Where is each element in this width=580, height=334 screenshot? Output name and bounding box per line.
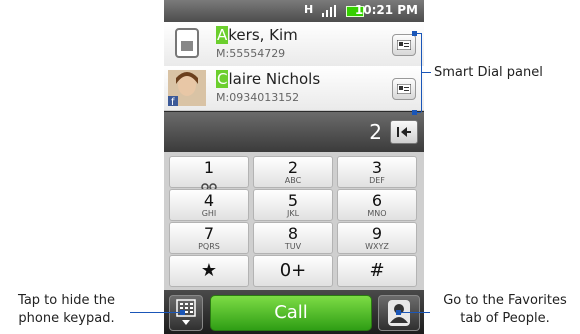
key-8[interactable]: 8 TUV bbox=[253, 222, 333, 254]
key-0[interactable]: 0+ bbox=[253, 255, 333, 287]
favorites-callout: Go to the Favorites tab of People. bbox=[443, 293, 567, 326]
contact-number: M:55554729 bbox=[216, 47, 286, 60]
svg-text:f: f bbox=[171, 97, 175, 106]
contact-details-button[interactable] bbox=[392, 34, 416, 56]
status-time: 10:21 PM bbox=[354, 3, 418, 17]
key-2[interactable]: 2 ABC bbox=[253, 156, 333, 188]
callout-dot bbox=[412, 110, 417, 115]
keypad-icon bbox=[176, 299, 196, 325]
contact-card-icon bbox=[397, 84, 411, 94]
key-3[interactable]: 3 DEF bbox=[337, 156, 417, 188]
signal-icon bbox=[322, 5, 336, 17]
callout-line bbox=[130, 312, 182, 313]
dialed-digits: 2 bbox=[369, 120, 382, 144]
key-hash[interactable]: # bbox=[337, 255, 417, 287]
contact-name: Claire Nichols bbox=[216, 70, 321, 88]
key-5[interactable]: 5 JKL bbox=[253, 189, 333, 221]
call-button[interactable]: Call bbox=[210, 295, 372, 331]
key-9[interactable]: 9 WXYZ bbox=[337, 222, 417, 254]
dialed-number-bar: 2 bbox=[164, 112, 424, 152]
smart-dial-contact[interactable]: Akers, Kim M:55554729 bbox=[164, 22, 424, 67]
callout-dot bbox=[180, 310, 185, 315]
key-7[interactable]: 7 PQRS bbox=[169, 222, 249, 254]
key-star[interactable]: ★ bbox=[169, 255, 249, 287]
smart-dial-contact[interactable]: f Claire Nichols M:0934013152 bbox=[164, 66, 424, 111]
backspace-icon bbox=[397, 127, 411, 137]
network-type: H bbox=[304, 3, 314, 16]
contact-number: M:0934013152 bbox=[216, 91, 300, 104]
backspace-button[interactable] bbox=[390, 120, 418, 144]
callout-line bbox=[421, 72, 431, 73]
bottom-bar: Call bbox=[164, 290, 424, 334]
phone-screen: H 10:21 PM Akers, Kim M:55554729 f Clair… bbox=[164, 0, 424, 334]
contact-photo: f bbox=[168, 70, 206, 106]
callout-line bbox=[398, 312, 430, 313]
status-bar: H 10:21 PM bbox=[164, 0, 424, 22]
hide-keypad-button[interactable] bbox=[169, 295, 203, 331]
smart-dial-callout: Smart Dial panel bbox=[434, 65, 543, 80]
contact-card-icon bbox=[397, 40, 411, 50]
contact-details-button[interactable] bbox=[392, 78, 416, 100]
phone-keypad: 1 2 ABC 3 DEF 4 GHI 5 JKL 6 MNO 7 PQRS 8 TUV 9W… bbox=[164, 152, 424, 290]
smart-dial-panel: Akers, Kim M:55554729 f Claire Nichols M… bbox=[164, 22, 424, 111]
callout-dot bbox=[396, 310, 401, 315]
sim-card-icon bbox=[175, 28, 199, 58]
key-6[interactable]: 6 MNO bbox=[337, 189, 417, 221]
key-4[interactable]: 4 GHI bbox=[169, 189, 249, 221]
hide-keypad-callout: Tap to hide the phone keypad. bbox=[18, 293, 115, 326]
contact-name: Akers, Kim bbox=[216, 26, 298, 44]
callout-dot bbox=[412, 31, 417, 36]
key-1[interactable]: 1 bbox=[169, 156, 249, 191]
